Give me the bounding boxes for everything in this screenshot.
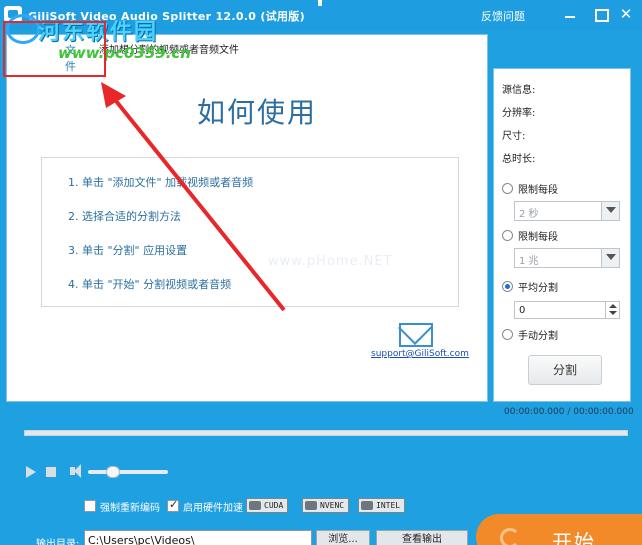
annotation-arrow <box>101 82 286 312</box>
